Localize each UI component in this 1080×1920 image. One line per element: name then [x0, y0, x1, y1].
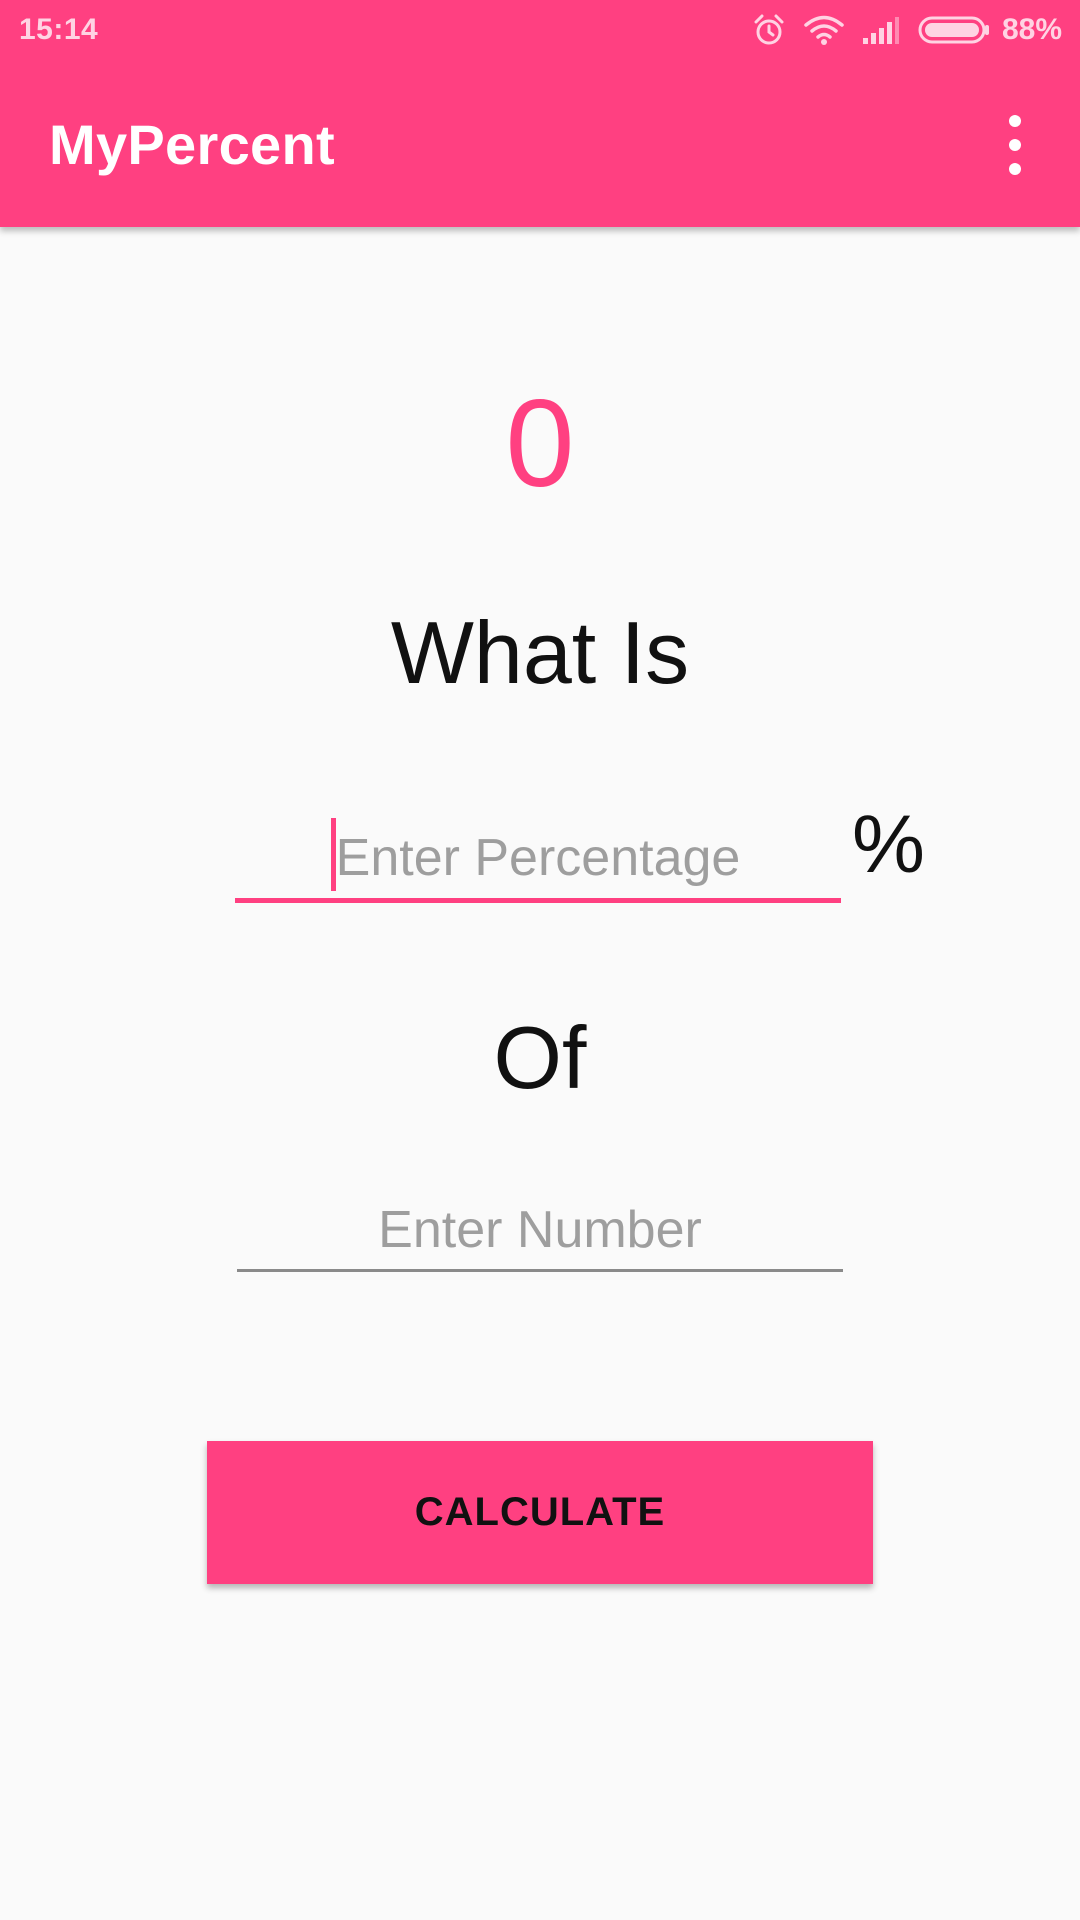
app-bar: 15:14 88% MyPercent [0, 0, 1080, 227]
percent-sign: % [852, 799, 925, 890]
status-icons: 88% [734, 10, 1062, 50]
number-underline [237, 1269, 843, 1272]
number-input[interactable] [237, 1190, 843, 1270]
percentage-input[interactable] [235, 818, 841, 898]
text-cursor [331, 818, 336, 891]
more-vert-icon[interactable] [995, 115, 1035, 175]
result-value: 0 [505, 375, 575, 513]
signal-icon [862, 16, 900, 44]
percentage-field [235, 818, 841, 903]
menu-dot [1009, 163, 1021, 175]
calculate-button[interactable]: CALCULATE [207, 1441, 873, 1584]
number-field [237, 1190, 843, 1272]
alarm-icon [752, 13, 786, 47]
percentage-underline [235, 898, 841, 903]
battery-icon [918, 15, 992, 45]
menu-dot [1009, 139, 1021, 151]
status-bar: 15:14 88% [0, 0, 1080, 60]
menu-dot [1009, 115, 1021, 127]
of-label: Of [493, 1008, 587, 1107]
wifi-icon [804, 14, 844, 46]
status-time: 15:14 [19, 13, 99, 46]
what-is-label: What Is [390, 603, 690, 702]
battery-percent: 88% [1001, 13, 1062, 46]
app-title: MyPercent [49, 113, 335, 176]
